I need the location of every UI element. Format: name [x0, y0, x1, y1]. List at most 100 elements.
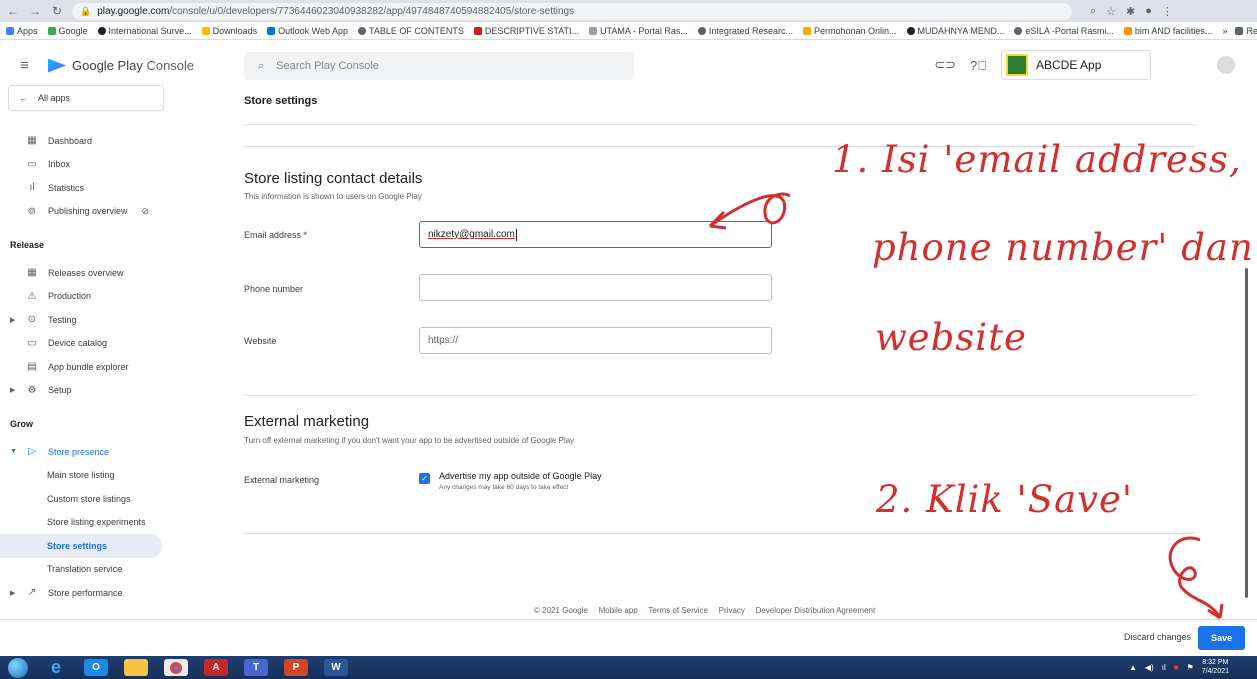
bookmark-apps[interactable]: Apps [6, 26, 38, 36]
app-selector[interactable]: ABCDE App [1001, 50, 1151, 80]
hamburger-menu-icon[interactable]: ≡ [20, 57, 34, 74]
help-icon[interactable]: ?⃝ [970, 58, 987, 73]
outlook-icon[interactable]: O [84, 659, 108, 676]
brand[interactable]: Google Play Console [48, 58, 194, 73]
advertise-checkbox-label: Advertise my app outside of Google Play [439, 471, 602, 481]
sidebar-item-store-settings[interactable]: Store settings [0, 534, 162, 558]
scrollbar[interactable] [1245, 268, 1248, 598]
sidebar-item-publishing-overview[interactable]: ⊚ Publishing overview ⊘ [0, 200, 168, 224]
footer-mobile-app-link[interactable]: Mobile app [599, 606, 638, 615]
bookmark-downloads[interactable]: Downloads [201, 26, 257, 36]
bookmark-research[interactable]: Integrated Researc... [697, 26, 793, 36]
bookmarks-bar: Apps Google International Surve... Downl… [0, 22, 1257, 40]
zoom-icon[interactable]: ⌕ [1090, 5, 1096, 18]
pdf-icon[interactable]: A [204, 659, 228, 676]
search-placeholder: Search Play Console [276, 60, 379, 72]
network-icon[interactable]: ıl [1162, 663, 1166, 672]
sidebar-item-inbox[interactable]: ▭ Inbox [0, 153, 168, 177]
powerpoint-icon[interactable]: P [284, 659, 308, 676]
volume-icon[interactable]: ◀) [1145, 663, 1154, 672]
marketing-section-subtitle: Turn off external marketing if you don't… [244, 436, 575, 445]
forward-icon[interactable]: → [28, 4, 42, 18]
extension-icon[interactable]: ✱ [1126, 5, 1135, 18]
sidebar-item-store-presence[interactable]: ▼ ▷ Store presence [0, 440, 168, 464]
menu-icon[interactable]: ⋮ [1162, 5, 1173, 18]
website-placeholder: https:// [428, 335, 459, 346]
sidebar: ← All apps ▦ Dashboard ▭ Inbox ıl Statistic… [0, 85, 168, 622]
expand-caret-icon: ▶ [10, 387, 16, 395]
advertise-hint: Any changes may take 60 days to take eff… [439, 484, 569, 491]
bookmark-google[interactable]: Google [47, 26, 88, 36]
bookmark-mudahnya[interactable]: MUDAHNYA MEND... [906, 26, 1004, 36]
sidebar-item-setup[interactable]: ▶ ⚙ Setup [0, 379, 168, 403]
trending-icon: ↗ [27, 587, 37, 599]
clock[interactable]: 8:32 PM 7/4/2021 [1202, 658, 1229, 676]
ie-icon[interactable]: e [44, 657, 68, 677]
play-icon: ▷ [28, 446, 36, 458]
start-button[interactable] [8, 657, 28, 678]
website-field[interactable]: https:// [419, 327, 772, 354]
sidebar-item-releases-overview[interactable]: ▦ Releases overview [0, 261, 168, 285]
bookmark-outlook[interactable]: Outlook Web App [267, 26, 348, 36]
avatar[interactable] [1217, 56, 1235, 74]
bookmark-toc[interactable]: TABLE OF CONTENTS [358, 26, 464, 36]
sidebar-item-store-listing-experiments[interactable]: Store listing experiments [0, 511, 168, 535]
divider [244, 124, 1196, 125]
search-icon: ⌕ [258, 59, 265, 72]
all-apps-button[interactable]: ← All apps [8, 85, 164, 111]
flag-icon[interactable]: ⚑ [1187, 663, 1194, 672]
sidebar-item-device-catalog[interactable]: ▭ Device catalog [0, 332, 168, 356]
sidebar-item-translation-service[interactable]: Translation service [0, 558, 168, 582]
more-bookmarks-icon[interactable]: » [1222, 26, 1227, 36]
advertise-checkbox[interactable]: ✓ [419, 473, 430, 484]
star-icon[interactable]: ☆ [1106, 5, 1116, 18]
url-path: /console/u/0/developers/7736446023040938… [169, 5, 575, 17]
bookmark-bim[interactable]: bim AND facilities... [1123, 26, 1212, 36]
sidebar-item-production[interactable]: ⚠ Production [0, 285, 168, 309]
browser-toolbar: ← → ↻ 🔒 play.google.com/console/u/0/deve… [0, 0, 1257, 22]
security-icon[interactable]: ■ [1174, 663, 1179, 672]
google-icon [47, 26, 56, 35]
dashboard-icon: ▦ [27, 135, 37, 147]
marketing-label: External marketing [244, 475, 320, 485]
clock-time: 8:32 PM [1202, 659, 1229, 666]
app-name: ABCDE App [1036, 58, 1102, 72]
website-label: Website [244, 336, 277, 346]
sidebar-item-custom-store-listings[interactable]: Custom store listings [0, 487, 168, 511]
reload-icon[interactable]: ↻ [50, 4, 64, 18]
sidebar-item-main-store-listing[interactable]: Main store listing [0, 464, 168, 488]
text-cursor [515, 228, 517, 241]
link-icon[interactable]: ⊂⊃ [934, 57, 956, 73]
teams-icon[interactable]: T [244, 659, 268, 676]
bookmark-descriptive[interactable]: DESCRIPTIVE STATI... [473, 26, 579, 36]
search-input[interactable]: ⌕ Search Play Console [244, 52, 634, 80]
sidebar-item-testing[interactable]: ▶ ⊙ Testing [0, 308, 168, 332]
bookmark-permohonan[interactable]: Permohonan Onlin... [802, 26, 897, 36]
footer-privacy-link[interactable]: Privacy [719, 606, 745, 615]
sidebar-item-dashboard[interactable]: ▦ Dashboard [0, 129, 168, 153]
footer-terms-link[interactable]: Terms of Service [648, 606, 708, 615]
back-icon[interactable]: ← [6, 4, 20, 18]
bookmark-utama[interactable]: UTAMA - Portal Ras... [589, 26, 688, 36]
sidebar-item-store-performance[interactable]: ▶ ↗ Store performance [0, 581, 168, 605]
site-icon [802, 26, 811, 35]
word-icon[interactable]: W [324, 659, 348, 676]
footer-dda-link[interactable]: Developer Distribution Agreement [756, 606, 876, 615]
bookmark-esila[interactable]: eSILA -Portal Rasmi... [1014, 26, 1114, 36]
apps-grid-icon [6, 26, 14, 35]
document-icon [473, 26, 482, 35]
discard-changes-button[interactable]: Discard changes [1124, 632, 1191, 642]
folder-icon[interactable] [124, 659, 148, 676]
reading-list[interactable]: Reading list [1235, 26, 1257, 36]
tray-arrow-icon[interactable]: ▲ [1129, 663, 1137, 672]
profile-icon[interactable]: ● [1145, 5, 1152, 18]
site-icon [589, 26, 598, 35]
phone-label: Phone number [244, 284, 304, 294]
sidebar-item-app-bundle-explorer[interactable]: ▤ App bundle explorer [0, 355, 168, 379]
address-bar[interactable]: 🔒 play.google.com/console/u/0/developers… [72, 2, 1072, 20]
chrome-icon[interactable] [164, 659, 188, 676]
phone-field[interactable] [419, 274, 772, 301]
save-button[interactable]: Save [1198, 626, 1245, 650]
sidebar-item-statistics[interactable]: ıl Statistics [0, 176, 168, 200]
bookmark-survey[interactable]: International Surve... [97, 26, 192, 36]
